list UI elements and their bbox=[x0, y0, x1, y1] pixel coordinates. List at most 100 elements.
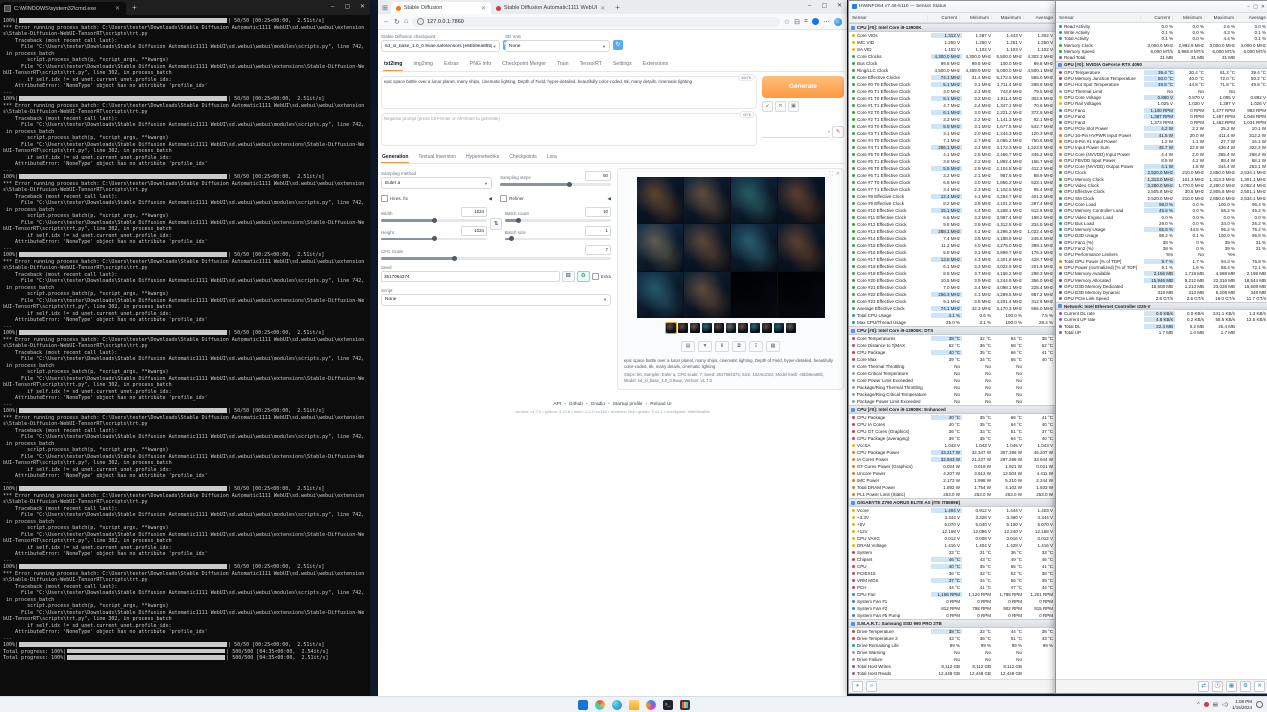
sensor-row[interactable]: IMC VID1.250 V1.250 V1.251 V1.250 V bbox=[849, 39, 1055, 46]
terminal-tab[interactable]: C:\WINDOWS\system32\cmd.exe ✕ bbox=[0, 2, 126, 15]
sensor-row[interactable]: Core #4 T1 Effective Clock286.1 MHz3.1 M… bbox=[849, 144, 1055, 151]
sensor-row[interactable]: Core #3 T1 Effective Clock3.1 MHz2.0 MHz… bbox=[849, 130, 1055, 137]
sensor-row[interactable]: Core #4 T0 Effective Clock7.1 MHz2.7 MHz… bbox=[849, 137, 1055, 144]
sensor-row[interactable]: GPU Memory Available2,156 MB1,718 MB4,68… bbox=[1056, 271, 1267, 277]
tab-checkpoint-merger[interactable]: Checkpoint Merger bbox=[501, 58, 547, 71]
gallery-image[interactable] bbox=[637, 224, 683, 270]
height-value[interactable]: 1024 bbox=[461, 226, 487, 236]
gallery-image[interactable] bbox=[731, 177, 777, 223]
seed-input[interactable]: 3517064374 bbox=[381, 271, 560, 282]
sensor-section-header[interactable]: GIGABYTE Z790 AORUS ELITE AX (ITE IT8689… bbox=[849, 498, 1055, 507]
gallery-thumbnail[interactable] bbox=[714, 323, 724, 333]
sensor-row[interactable]: Uncore Power4.207 W3.912 W12.504 W4.411 … bbox=[849, 470, 1055, 477]
gallery-image[interactable] bbox=[778, 177, 824, 223]
sensor-row[interactable]: GPU Fan2 (%)38 %0 %39 %31 % bbox=[1056, 245, 1267, 251]
save-zip-button[interactable]: ⬇ bbox=[715, 341, 729, 352]
sensor-row[interactable]: GPU Input Power Sum45.7 W22.9 W436.4 W32… bbox=[1056, 145, 1267, 151]
settings-gear-icon[interactable]: ⚙ bbox=[1240, 681, 1251, 692]
sensor-row[interactable]: Core #16 Effective Clock5.9 MHz3.1 MHz3,… bbox=[849, 249, 1055, 256]
batch-count-value[interactable]: 10 bbox=[585, 207, 611, 217]
sensor-row[interactable]: GPU Fan11,100 RPM0 RPM1,477 RPM993 RPM bbox=[1056, 107, 1267, 113]
settings-menu-icon[interactable]: ⋯ bbox=[823, 18, 830, 26]
sensor-row[interactable]: Memory Speed6,000 MT/s5,985.8 MT/s6,000 … bbox=[1056, 48, 1267, 54]
gallery-image[interactable] bbox=[731, 224, 777, 270]
sensor-row[interactable]: Core #14 Effective Clock7.4 MHz3.5 MHz4,… bbox=[849, 235, 1055, 242]
sensor-row[interactable]: Core #7 T0 Effective Clock6.8 MHz3.0 MHz… bbox=[849, 179, 1055, 186]
subtab-hypernetworks[interactable]: Hypernetworks bbox=[465, 152, 500, 163]
cfg-scale-value[interactable]: 7 bbox=[585, 245, 611, 255]
terminal-close-button[interactable]: ✕ bbox=[355, 0, 370, 15]
sensor-row[interactable]: GPU Temperature39.4 °C30.4 °C61.3 °C39.4… bbox=[1056, 69, 1267, 75]
footer-link[interactable]: Startup profile bbox=[613, 402, 643, 407]
terminal-new-tab-button[interactable]: + bbox=[132, 3, 137, 12]
taskbar-terminal-icon[interactable]: >_ bbox=[663, 700, 673, 710]
browser-tab-inactive[interactable]: Stable Diffusion Automatic1111 WebUI ✕ bbox=[491, 2, 610, 14]
extensions-icon[interactable]: ⌗ bbox=[804, 18, 808, 26]
paste-params-button[interactable]: ↙ bbox=[762, 101, 773, 112]
back-icon[interactable]: ← bbox=[383, 18, 390, 25]
gallery-image[interactable] bbox=[684, 272, 730, 318]
report-icon[interactable]: ▦ bbox=[1226, 681, 1237, 692]
sensor-row[interactable]: GPU Bus Load28.0 %0.0 %34.0 %26.2 % bbox=[1056, 220, 1267, 226]
new-tab-button[interactable]: + bbox=[615, 3, 620, 12]
sensor-row[interactable]: Chipset46 °C43 °C49 °C46 °C bbox=[849, 556, 1055, 563]
sampling-steps-slider[interactable] bbox=[500, 183, 611, 186]
sensor-row[interactable]: GPU Core Voltage0.880 V0.870 V1.095 V0.8… bbox=[1056, 94, 1267, 100]
sensor-row[interactable]: Core #15 Effective Clock11.2 MHz4.0 MHz4… bbox=[849, 242, 1055, 249]
gallery-fullscreen-icon[interactable]: ⛶ bbox=[829, 171, 833, 177]
sensor-row[interactable]: DRAM Voltage1.416 V1.404 V1.428 V1.416 V bbox=[849, 542, 1055, 549]
sensor-row[interactable]: Total GPU Power [% of TDP]9.7 %1.7 %94.3… bbox=[1056, 258, 1267, 264]
sensor-row[interactable]: Core #19 Effective Clock8.8 MHz3.7 MHz4,… bbox=[849, 270, 1055, 277]
batch-size-value[interactable]: 1 bbox=[585, 226, 611, 236]
sensor-row[interactable]: Core #2 T0 Effective Clock6.1 MHz3.0 MHz… bbox=[849, 109, 1055, 116]
sensor-row[interactable]: GPU PCIe Link Speed2.5 GT/s2.5 GT/s16.0 … bbox=[1056, 296, 1267, 302]
browser-close-button[interactable]: ✕ bbox=[832, 0, 847, 13]
gallery-image-grid[interactable] bbox=[637, 177, 825, 318]
sensor-row[interactable]: Core #18 Effective Clock6.1 MHz3.3 MHz4,… bbox=[849, 263, 1055, 270]
gallery-image[interactable] bbox=[731, 272, 777, 318]
sensor-row[interactable]: Core #0 T0 Effective Clock5.1 MHz3.1 MHz… bbox=[849, 81, 1055, 88]
hwinfo-close-button[interactable]: ✕ bbox=[1261, 4, 1265, 10]
swap-dimensions-button[interactable]: ⇅ bbox=[490, 218, 502, 230]
sensor-section-header[interactable]: S.M.A.R.T.: Samsung SSD 990 PRO 2TB bbox=[849, 619, 1055, 628]
gallery-image[interactable] bbox=[778, 272, 824, 318]
terminal-minimize-button[interactable]: – bbox=[325, 0, 340, 15]
sensor-row[interactable]: +12V12.168 V12.096 V12.240 V12.168 V bbox=[849, 528, 1055, 535]
width-slider[interactable] bbox=[381, 219, 487, 222]
sensor-row[interactable]: Core Effective Clocks74.1 MHz31.4 MHz5,1… bbox=[849, 74, 1055, 81]
sensor-row[interactable]: Core #13 Effective Clock288.1 MHz4.2 MHz… bbox=[849, 228, 1055, 235]
sensor-row[interactable]: GPU D3D Memory Dedicated15,608 MB1,213 M… bbox=[1056, 283, 1267, 289]
sensor-row[interactable]: GPU Core (NVVDD) Input Power4.4 W2.0 W36… bbox=[1056, 151, 1267, 157]
sensor-row[interactable]: GPU Memory Allocated15,946 MB9,212 MB22,… bbox=[1056, 277, 1267, 283]
generate-button[interactable]: Generate bbox=[762, 76, 844, 98]
send-to-extras-button[interactable]: ▦ bbox=[766, 341, 780, 352]
sensor-row[interactable]: +5V5.070 V5.040 V5.100 V5.070 V bbox=[849, 521, 1055, 528]
sensor-row[interactable]: PL1 Power Limit (Static)253.0 W253.0 W25… bbox=[849, 491, 1055, 498]
tab-tensorrt[interactable]: TensorRT bbox=[579, 58, 603, 71]
sensor-row[interactable]: Bus Clock99.8 MHz99.8 MHz100.0 MHz99.8 M… bbox=[849, 60, 1055, 67]
tab-train[interactable]: Train bbox=[556, 58, 570, 71]
sensor-row[interactable]: Current UP rate4.8 KB/s0.2 KB/s55.5 KB/s… bbox=[1056, 317, 1267, 323]
taskbar-search-icon[interactable] bbox=[595, 700, 605, 710]
sensor-row[interactable]: GPU 8-Pin #1 Input Power1.2 W1.1 W27.7 W… bbox=[1056, 138, 1267, 144]
sensor-row[interactable]: Vcore1.404 V0.912 V1.444 V1.403 V bbox=[849, 507, 1055, 514]
sensor-row[interactable]: Core #21 Effective Clock7.0 MHz3.4 MHz4,… bbox=[849, 284, 1055, 291]
terminal-tab-close-icon[interactable]: ✕ bbox=[113, 5, 122, 12]
profile-avatar[interactable] bbox=[812, 18, 819, 25]
sensor-row[interactable]: CPU Package Power43.217 W32.347 W307.398… bbox=[849, 449, 1055, 456]
sensor-row[interactable]: Drive Temperature38 °C32 °C44 °C38 °C bbox=[849, 628, 1055, 635]
sensor-row[interactable]: Max CPU/Thread Usage25.0 %3.1 %100.0 %28… bbox=[849, 319, 1055, 326]
subtab-checkpoints[interactable]: Checkpoints bbox=[508, 152, 538, 163]
refiner-collapse-icon[interactable]: ◀ bbox=[608, 196, 611, 202]
sensor-row[interactable]: Drive Remaining Life99 %99 %99 %99 % bbox=[849, 642, 1055, 649]
sensor-row[interactable]: Core #6 T0 Effective Clock5.5 MHz2.9 MHz… bbox=[849, 165, 1055, 172]
sensor-row[interactable]: Core Temperatures38 °C32 °C64 °C38 °C bbox=[849, 335, 1055, 342]
sensor-row[interactable]: Core Critical TemperatureNoNoNo bbox=[849, 370, 1055, 377]
sensor-row[interactable]: GPU Power (normalized) [% of TDP]9.1 %1.… bbox=[1056, 264, 1267, 270]
hidden-icons-chevron[interactable]: ^ bbox=[1197, 702, 1200, 708]
sensor-row[interactable]: GPU Thermal LimitNoNoNo bbox=[1056, 88, 1267, 94]
sensor-row[interactable]: PCH44 °C41 °C47 °C44 °C bbox=[849, 584, 1055, 591]
sensor-section-header[interactable]: Network: Intel Ethernet Controller I225-… bbox=[1056, 302, 1267, 310]
subtab-generation[interactable]: Generation bbox=[381, 152, 409, 163]
hwinfo-maximize-button[interactable]: ▢ bbox=[1253, 4, 1258, 10]
